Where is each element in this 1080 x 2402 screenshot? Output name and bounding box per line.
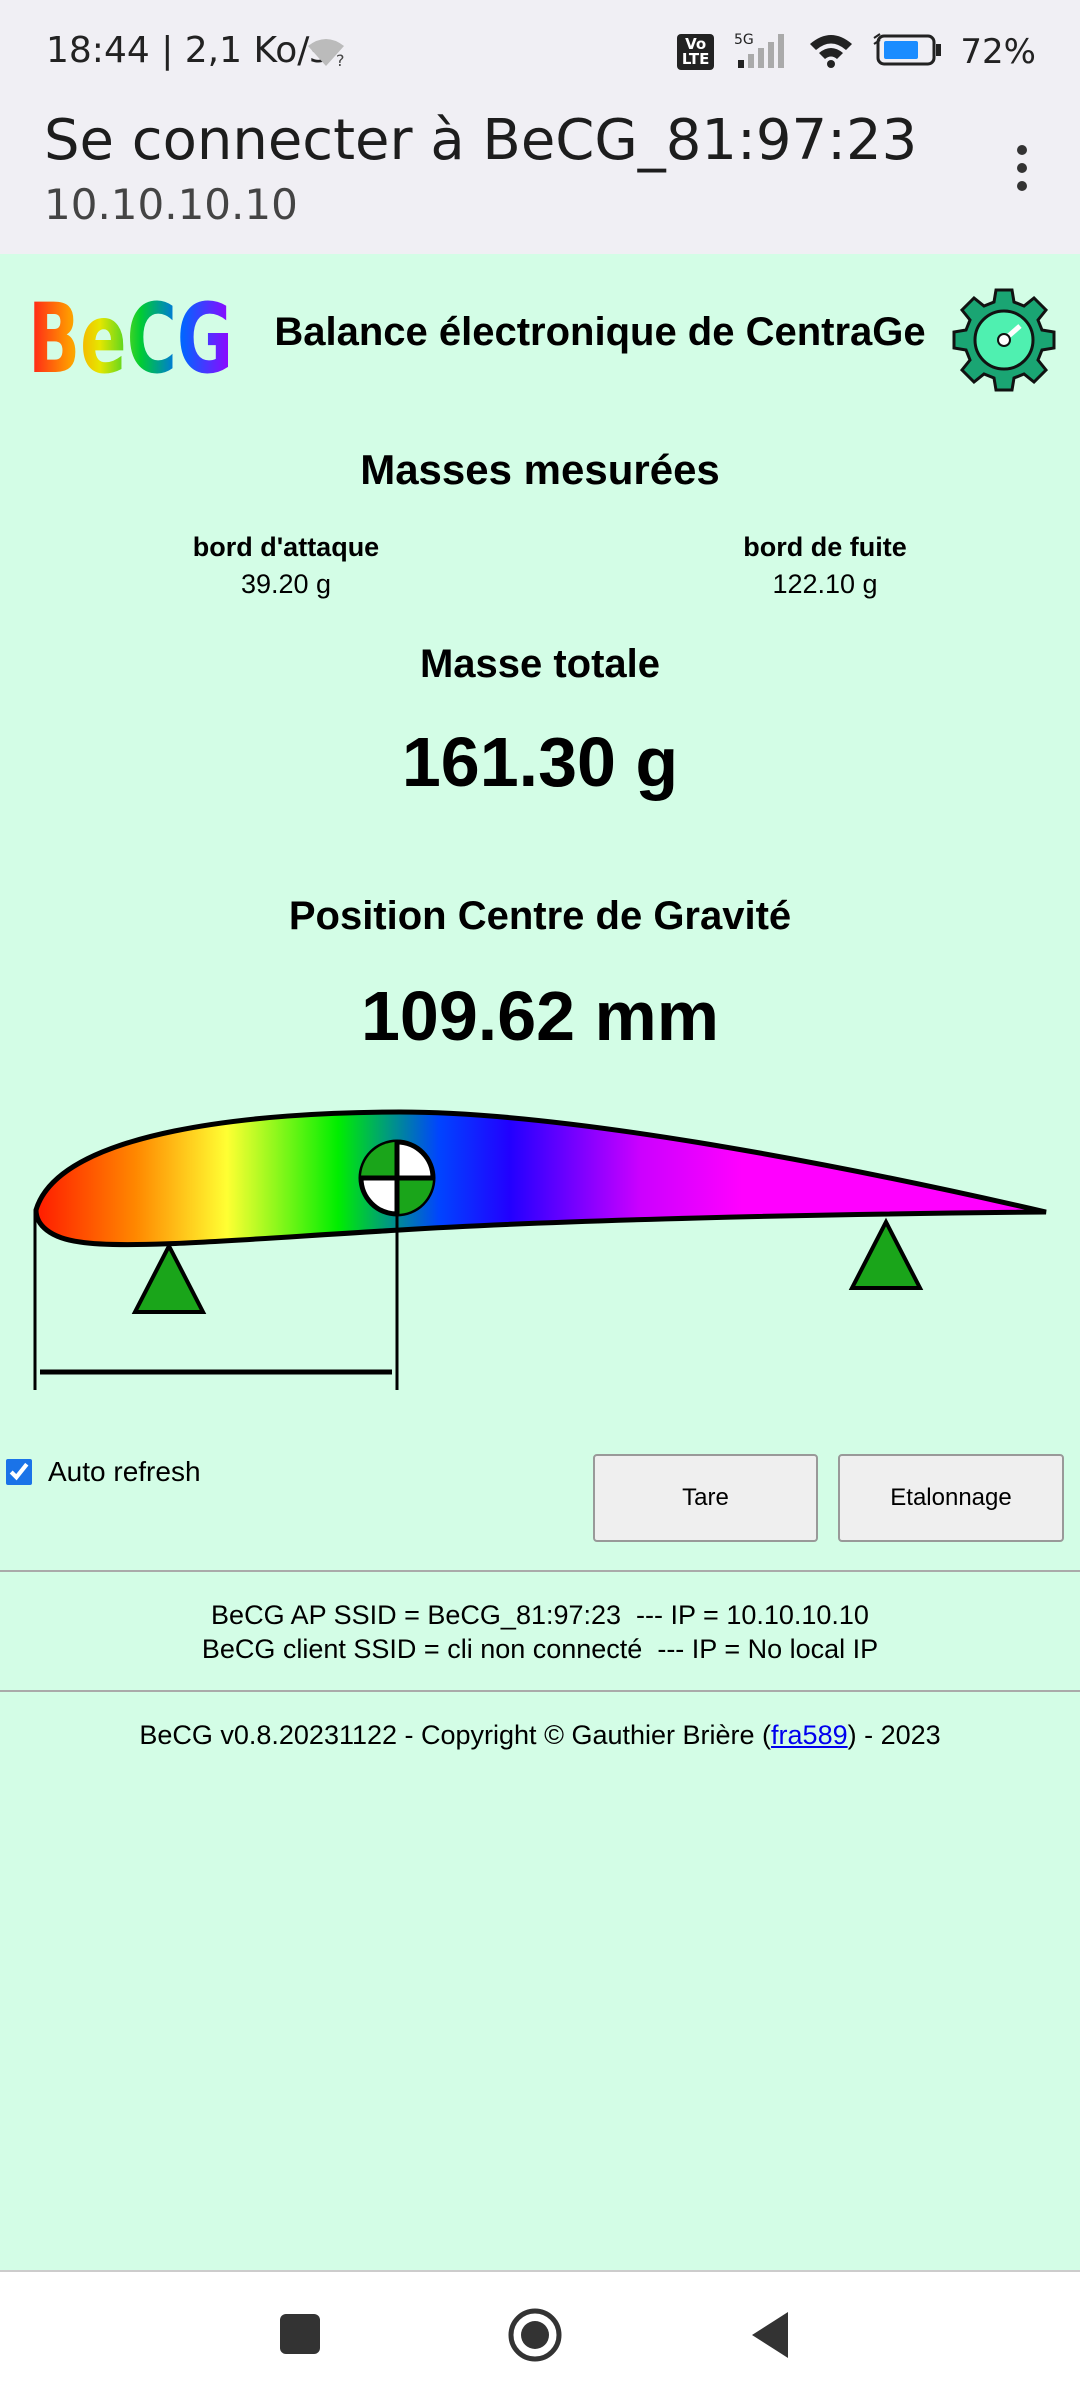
trailing-support-triangle-icon (848, 1217, 924, 1290)
status-bar: 18:44 | 2,1 Ko/s ? Vo LTE 5G 72% (0, 0, 1080, 100)
network-type-label: 5G (734, 32, 754, 48)
more-vert-icon[interactable] (1002, 140, 1042, 200)
leading-edge-mass: bord d'attaque 39.20 g (136, 532, 436, 600)
leading-support-triangle-icon (131, 1241, 207, 1314)
footer-prefix: BeCG v0.8.20231122 - Copyright © Gauthie… (139, 1720, 772, 1750)
wifi-icon (808, 32, 854, 72)
app-title: Balance électronique de CentraGe (274, 310, 926, 354)
ap-info-line: BeCG AP SSID = BeCG_81:97:23 --- IP = 10… (211, 1600, 869, 1630)
status-icons: Vo LTE 5G 72% (676, 26, 1036, 78)
auto-refresh-control[interactable]: Auto refresh (6, 1456, 201, 1488)
author-link[interactable]: fra589 (771, 1720, 848, 1750)
nav-bar (0, 2270, 1080, 2402)
network-info: BeCG AP SSID = BeCG_81:97:23 --- IP = 10… (0, 1598, 1080, 1666)
cg-value: 109.62 mm (360, 977, 720, 1055)
recent-apps-icon[interactable] (278, 2312, 322, 2356)
footer: BeCG v0.8.20231122 - Copyright © Gauthie… (0, 1720, 1080, 1751)
cg-heading: Position Centre de Gravité (288, 894, 792, 938)
signal-icon: 5G (732, 30, 790, 74)
svg-text:?: ? (336, 51, 345, 68)
cg-target-icon (358, 1139, 436, 1217)
leading-edge-label: bord d'attaque (192, 532, 380, 562)
auto-refresh-checkbox[interactable] (6, 1459, 32, 1485)
total-mass-value: 161.30 g (401, 723, 679, 801)
battery-icon (872, 32, 942, 72)
trailing-edge-value: 122.10 g (772, 569, 878, 599)
auto-refresh-label: Auto refresh (48, 1456, 201, 1487)
leading-edge-value: 39.20 g (240, 569, 332, 599)
page-subtitle: 10.10.10.10 (44, 180, 298, 229)
client-info-line: BeCG client SSID = cli non connecté --- … (201, 1634, 879, 1664)
app-header: Se connecter à BeCG_81:97:23 10.10.10.10 (0, 100, 1080, 254)
divider (0, 1690, 1080, 1692)
calibration-button[interactable]: Etalonnage (838, 1454, 1064, 1542)
back-icon[interactable] (750, 2310, 790, 2360)
volte-badge: Vo LTE (676, 34, 715, 70)
footer-suffix: ) - 2023 (847, 1720, 941, 1750)
wifi-off-icon: ? (306, 36, 346, 72)
total-mass-heading: Masse totale (419, 642, 661, 686)
divider (0, 1570, 1080, 1572)
masses-heading: Masses mesurées (360, 446, 720, 493)
page-title: Se connecter à BeCG_81:97:23 (44, 108, 918, 173)
tare-button[interactable]: Tare (593, 1454, 818, 1542)
status-time-speed: 18:44 | 2,1 Ko/s (46, 30, 329, 71)
airfoil-shape (33, 1109, 1047, 1248)
battery-percent: 72% (960, 32, 1036, 72)
gear-gauge-icon[interactable] (952, 288, 1056, 392)
logo-text: BeCG (28, 286, 233, 386)
trailing-edge-mass: bord de fuite 122.10 g (675, 532, 975, 600)
airfoil-diagram (33, 1109, 1047, 1390)
becg-logo: BeCG (28, 286, 233, 386)
home-icon[interactable] (506, 2306, 564, 2364)
trailing-edge-label: bord de fuite (743, 532, 907, 562)
